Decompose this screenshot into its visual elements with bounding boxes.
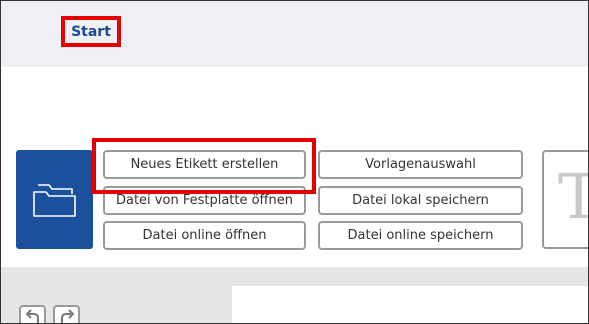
save-online-button[interactable]: Datei online speichern	[318, 221, 523, 250]
text-tool-button[interactable]: T	[542, 150, 588, 249]
top-bar: Start	[1, 1, 588, 67]
workspace	[1, 267, 588, 323]
templates-button[interactable]: Vorlagenauswahl	[318, 150, 523, 179]
app-window: Start Neues Etikett erstellen Datei von …	[0, 0, 589, 324]
undo-icon	[25, 309, 39, 323]
open-online-button[interactable]: Datei online öffnen	[103, 221, 306, 250]
folder-icon	[32, 183, 76, 217]
new-label-button-text: Neues Etikett erstellen	[130, 157, 279, 172]
new-label-button[interactable]: Neues Etikett erstellen	[103, 150, 306, 179]
undo-button[interactable]	[19, 305, 46, 323]
tab-start-label: Start	[71, 23, 111, 40]
redo-icon	[60, 309, 74, 323]
open-online-button-text: Datei online öffnen	[142, 228, 267, 243]
open-folder-button[interactable]	[16, 150, 93, 249]
label-canvas[interactable]	[232, 286, 588, 323]
save-local-button[interactable]: Datei lokal speichern	[318, 186, 523, 215]
save-online-button-text: Datei online speichern	[347, 228, 494, 243]
redo-button[interactable]	[53, 305, 80, 323]
open-from-disk-button[interactable]: Datei von Festplatte öffnen	[103, 186, 306, 215]
text-tool-icon: T	[558, 166, 588, 228]
save-local-button-text: Datei lokal speichern	[352, 193, 489, 208]
tab-start[interactable]: Start	[61, 16, 121, 47]
templates-button-text: Vorlagenauswahl	[365, 157, 476, 172]
ribbon: Neues Etikett erstellen Datei von Festpl…	[1, 67, 588, 267]
open-from-disk-button-text: Datei von Festplatte öffnen	[115, 193, 293, 208]
